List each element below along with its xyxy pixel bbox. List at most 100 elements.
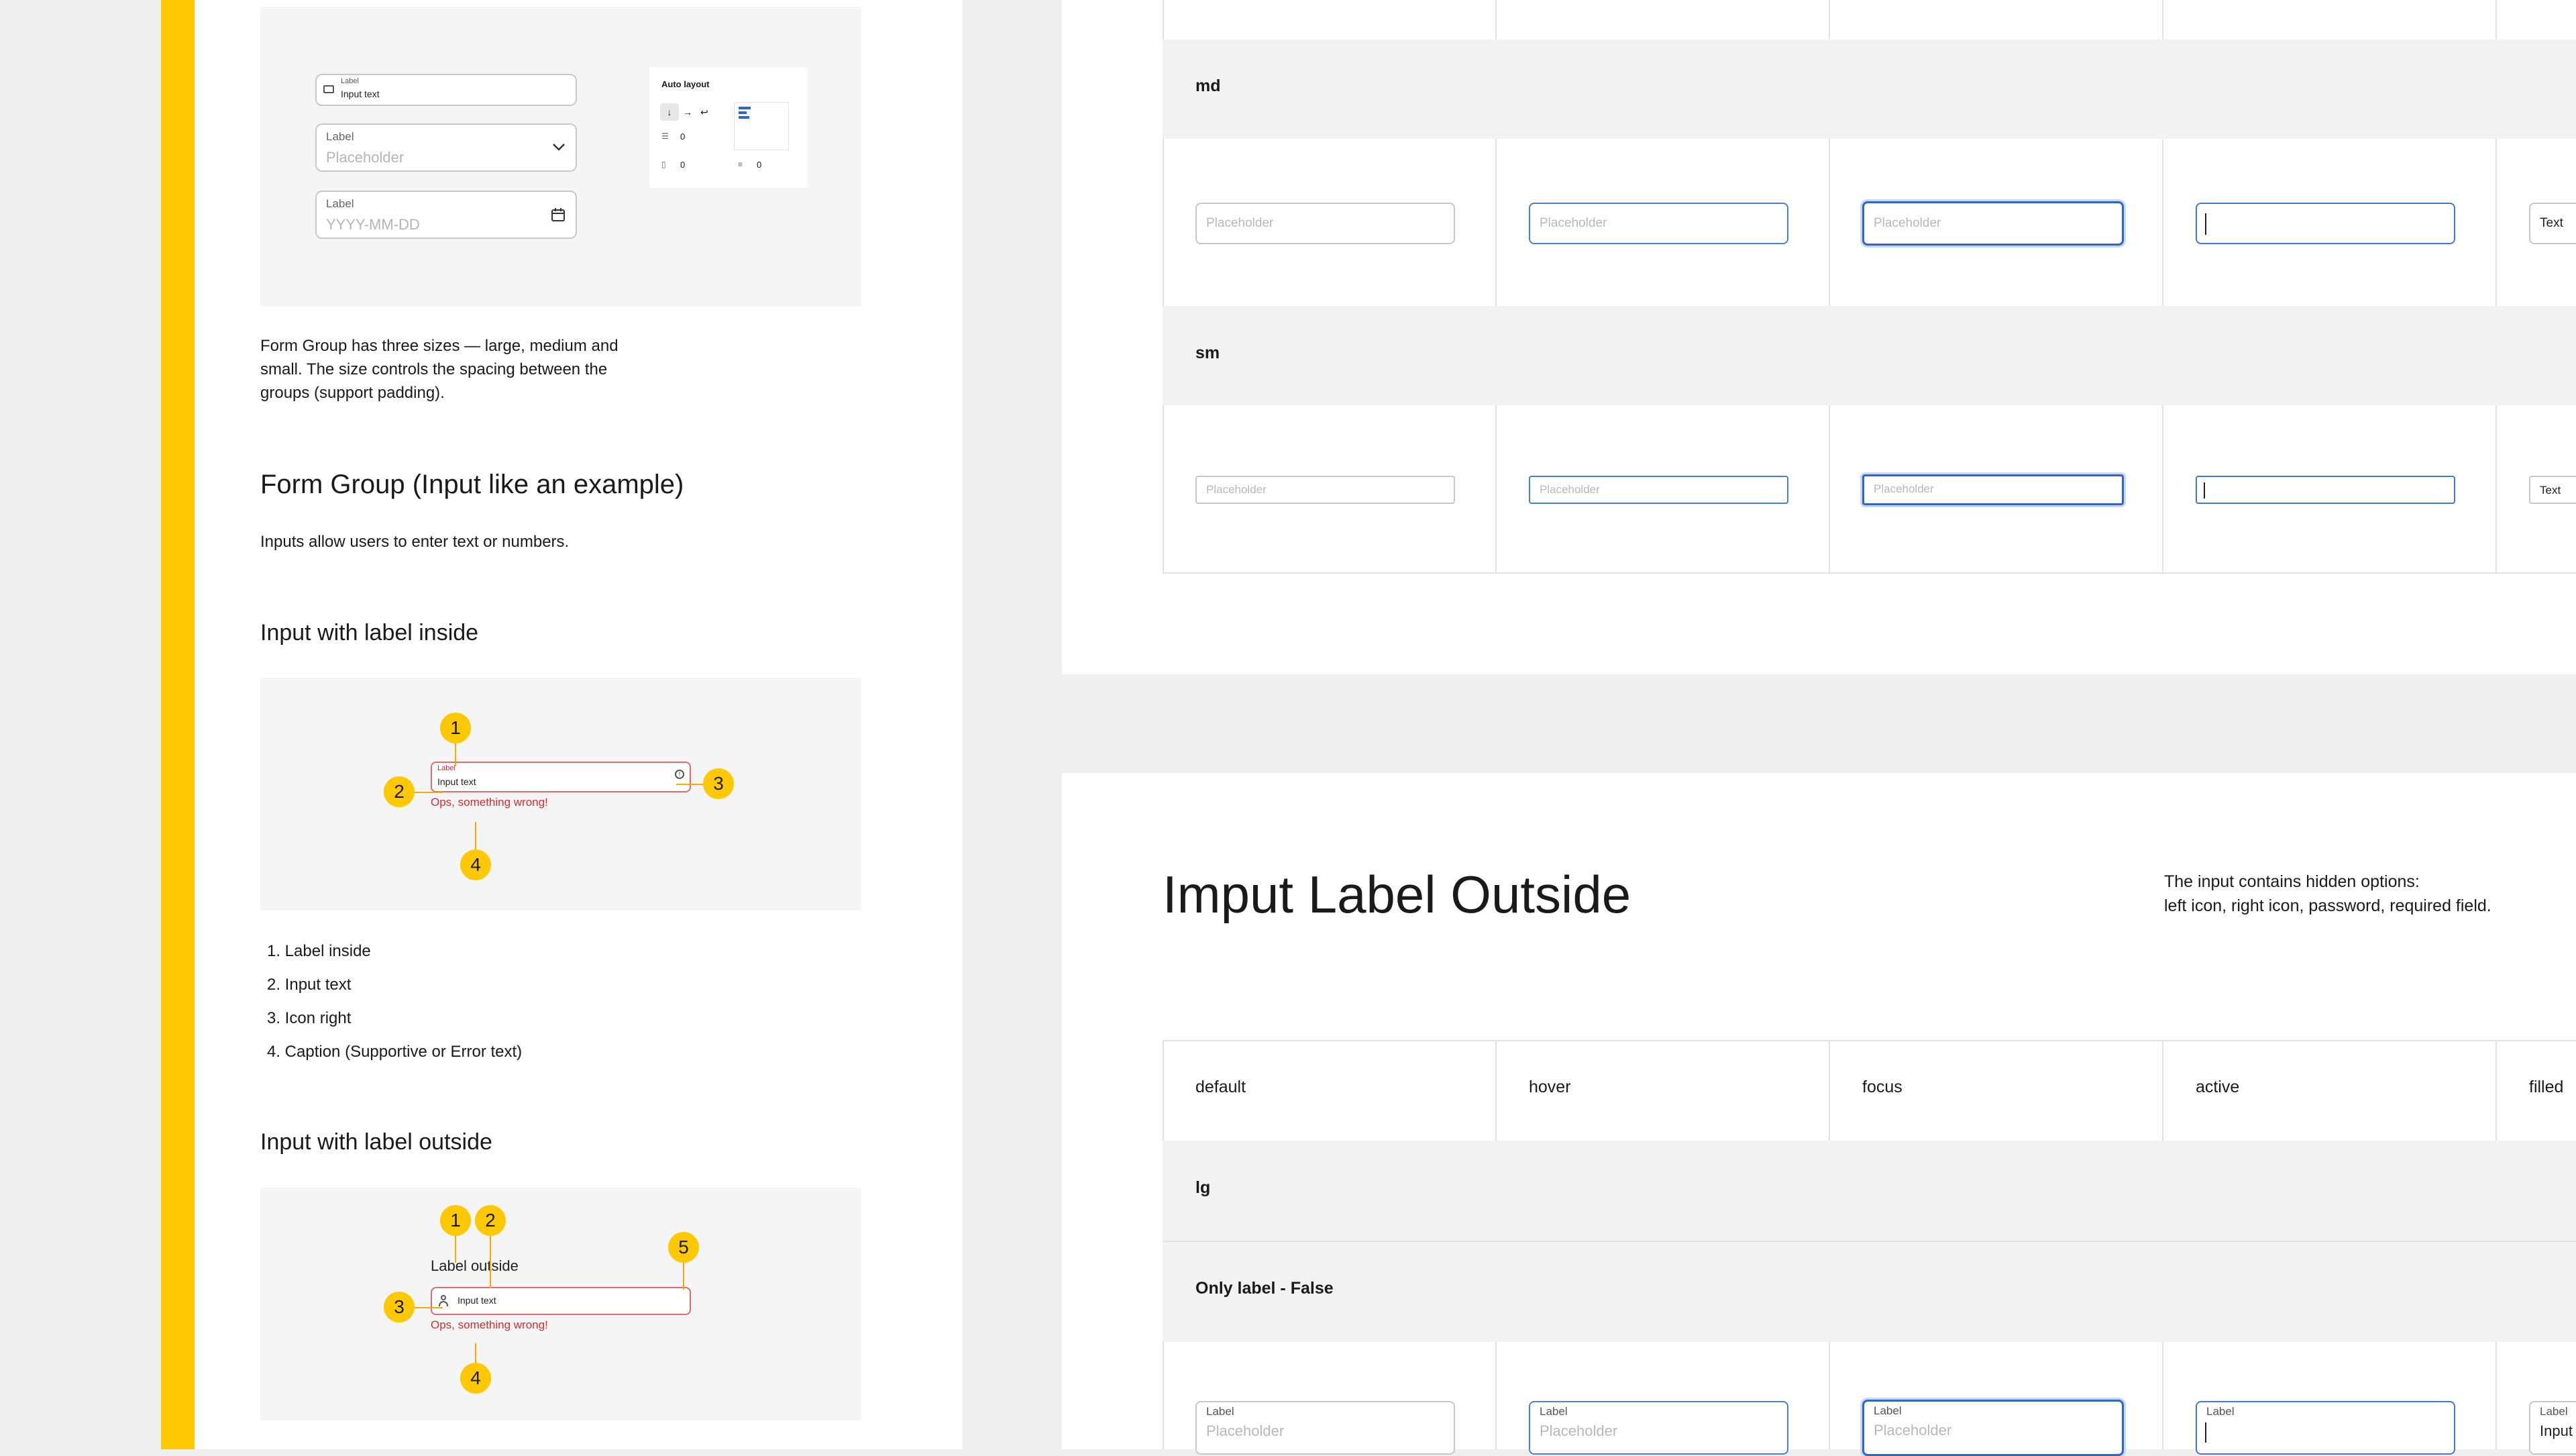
section-title: Imput Label Outside <box>1163 865 1631 924</box>
annotation-line-5b <box>683 1263 684 1290</box>
annotation-marker-3: 3 <box>703 768 734 799</box>
form-examples-frame: Label Input text Label Placeholder Label… <box>260 7 861 307</box>
auto-gap-value[interactable]: 0 <box>680 132 685 142</box>
sizes-description-line-2: small. The size controls the spacing bet… <box>260 360 608 378</box>
input-md-default[interactable]: Placeholder <box>1195 203 1455 244</box>
row-band-sm <box>1163 306 2576 405</box>
wrap-icon[interactable]: ↩ <box>700 103 708 121</box>
example-select[interactable]: Label Placeholder <box>315 123 577 172</box>
canvas-frame-sizes: md Placeholder Placeholder Placeholder T… <box>1062 0 2576 674</box>
input-md-active[interactable] <box>2196 203 2455 244</box>
anatomy-inside-label: Label <box>437 764 455 772</box>
input-lg-focus[interactable]: Label Placeholder <box>1862 1400 2124 1456</box>
column-header-focus: focus <box>1862 1078 1902 1096</box>
input-placeholder: Placeholder <box>1206 216 1274 230</box>
input-lg-hover[interactable]: Label Placeholder <box>1529 1401 1788 1455</box>
sizes-description-line-1: Form Group has three sizes — large, medi… <box>260 337 619 355</box>
example-input-label: Label <box>341 77 359 85</box>
grid-line <box>1829 1342 1830 1449</box>
row-band-only-label <box>1163 1242 2576 1342</box>
annotation-line-2b <box>490 1236 491 1288</box>
column-header-filled: filled <box>2529 1078 2564 1096</box>
input-placeholder: Placeholder <box>1206 1422 1285 1439</box>
input-placeholder: Placeholder <box>1874 482 1934 495</box>
mail-icon <box>323 85 334 93</box>
example-input-label-inside[interactable]: Label Input text <box>315 74 577 106</box>
anatomy-inside-error: Ops, something wrong! <box>431 796 548 809</box>
inside-section-title: Input with label inside <box>260 620 479 645</box>
input-placeholder: Placeholder <box>1540 216 1607 230</box>
annotation-marker-1b: 1 <box>440 1205 471 1236</box>
input-md-filled[interactable]: Text <box>2529 203 2576 244</box>
input-label: Label <box>1206 1405 1234 1418</box>
input-lg-filled[interactable]: Label Input <box>2529 1401 2576 1455</box>
padding-icon: ▯ <box>661 160 666 169</box>
section-note-line-2: left icon, right icon, password, require… <box>2164 896 2491 915</box>
input-placeholder: Placeholder <box>1874 216 1941 230</box>
row-label-sm: sm <box>1195 344 1220 362</box>
input-sm-active[interactable] <box>2196 476 2455 504</box>
example-date-input[interactable]: Label YYYY-MM-DD <box>315 191 577 239</box>
input-filled-text: Text <box>2540 216 2563 230</box>
anatomy-outside-value: Input text <box>458 1295 496 1306</box>
section-note-line-1: The input contains hidden options: <box>2164 872 2420 891</box>
info-icon: ! <box>675 770 684 779</box>
direction-right-icon[interactable]: → <box>683 103 692 121</box>
anatomy-list-item-3: 3. Icon right <box>267 1009 352 1027</box>
input-sm-default[interactable]: Placeholder <box>1195 476 1455 504</box>
auto-layout-title: Auto layout <box>661 79 710 89</box>
anatomy-inside-input: Label Input text ! <box>431 762 691 792</box>
anatomy-outside-label: Label outside <box>431 1257 519 1274</box>
annotation-marker-3b: 3 <box>384 1292 415 1322</box>
grid-line <box>2162 1040 2163 1141</box>
anatomy-list-item-1: 1. Label inside <box>267 942 371 960</box>
row-band-lg <box>1163 1141 2576 1241</box>
auto-padding-value[interactable]: 0 <box>680 160 685 170</box>
input-label: Label <box>2540 1405 2568 1418</box>
grid-line <box>2162 1342 2163 1449</box>
input-lg-active[interactable]: Label <box>2196 1401 2455 1455</box>
input-sm-hover[interactable]: Placeholder <box>1529 476 1788 504</box>
annotation-line-3 <box>676 784 704 785</box>
example-input-value: Input text <box>341 89 380 99</box>
alignment-grid[interactable] <box>734 102 789 150</box>
annotation-marker-2: 2 <box>384 776 415 807</box>
input-placeholder: Placeholder <box>1206 483 1267 496</box>
outside-anatomy-frame: Label outside Input text Ops, something … <box>260 1188 861 1420</box>
accent-bar <box>161 0 195 1449</box>
auto-layout-panel: Auto layout ↓ → ↩ ☰ 0 ▯ 0 ≡ 0 <box>649 67 808 188</box>
input-sm-focus[interactable]: Placeholder <box>1862 474 2124 505</box>
input-lg-default[interactable]: Label Placeholder <box>1195 1401 1455 1455</box>
date-placeholder: YYYY-MM-DD <box>326 216 420 233</box>
input-label: Label <box>1874 1404 1902 1417</box>
form-group-description: Inputs allow users to enter text or numb… <box>260 533 570 551</box>
anatomy-list-item-4: 4. Caption (Supportive or Error text) <box>267 1043 523 1061</box>
grid-line <box>2496 1040 2497 1141</box>
calendar-icon <box>551 208 565 221</box>
vertical-spacing-icon: ≡ <box>738 160 743 169</box>
column-header-active: active <box>2196 1078 2240 1096</box>
column-header-default: default <box>1195 1078 1246 1096</box>
input-md-focus[interactable]: Placeholder <box>1862 201 2124 246</box>
anatomy-outside-input: Input text <box>431 1287 691 1315</box>
direction-down-icon[interactable]: ↓ <box>660 103 679 121</box>
auto-vertical-value[interactable]: 0 <box>757 160 761 170</box>
documentation-panel: Label Input text Label Placeholder Label… <box>195 0 963 1449</box>
input-placeholder: Placeholder <box>1540 1422 1618 1439</box>
input-label: Label <box>2206 1405 2235 1418</box>
input-md-hover[interactable]: Placeholder <box>1529 203 1788 244</box>
input-sm-filled[interactable]: Text <box>2529 476 2576 504</box>
text-caret <box>2205 1422 2206 1443</box>
user-icon <box>439 1295 448 1307</box>
annotation-line-1b <box>455 1236 456 1263</box>
form-group-title: Form Group (Input like an example) <box>260 470 684 499</box>
outside-section-title: Input with label outside <box>260 1129 492 1155</box>
anatomy-inside-value: Input text <box>437 776 476 787</box>
sizes-description-line-3: groups (support padding). <box>260 384 445 402</box>
input-label: Label <box>1540 1405 1568 1418</box>
input-filled-text: Text <box>2540 484 2561 497</box>
text-caret <box>2204 482 2205 499</box>
row-label-only-label: Only label - False <box>1195 1279 1334 1298</box>
grid-line <box>1829 1040 1830 1141</box>
grid-line <box>1163 1040 2576 1041</box>
